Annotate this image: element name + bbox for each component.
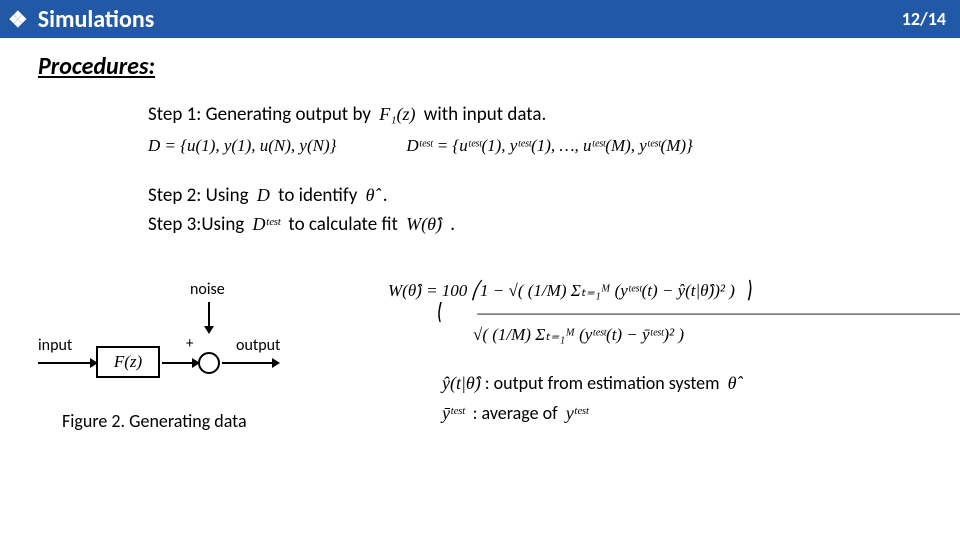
slide-content: Procedures: Step 1: Generating output by… — [0, 38, 960, 432]
step-3-math-1: Dᵗᵉˢᵗ — [249, 214, 285, 234]
legend-2-text: : average of — [469, 402, 562, 424]
equation-dtest: Dᵗᵉˢᵗ = {uᵗᵉˢᵗ(1), yᵗᵉˢᵗ(1), …, uᵗᵉˢᵗ(M)… — [406, 136, 692, 156]
step-2: Step 2: Using D to identify θ̂ . — [148, 184, 922, 207]
step-1-text-a: Step 1: Generating output by — [148, 103, 375, 126]
step-2-text-b: to identify — [274, 184, 362, 207]
summing-junction-icon — [198, 352, 220, 374]
plus-label: + — [186, 335, 193, 353]
formula-panel: W(θ̂) = 100 ⎛1 − √( (1/M) Σₜ₌₁ᴹ (yᵗᵉˢᵗ(t… — [388, 280, 960, 432]
legend-1-text: : output from estimation system — [485, 372, 724, 394]
input-label: input — [38, 336, 72, 355]
output-label: output — [236, 336, 280, 355]
legend-row-2: ȳᵗᵉˢᵗ : average of yᵗᵉˢᵗ — [438, 402, 960, 424]
step-1-text-b: with input data. — [420, 103, 547, 126]
step-1-math: F₁(z) — [375, 104, 419, 124]
arrow-right-icon — [38, 362, 96, 364]
steps-block: Step 1: Generating output by F₁(z) with … — [148, 103, 922, 236]
step-1: Step 1: Generating output by F₁(z) with … — [148, 103, 922, 126]
arrow-right-icon — [222, 362, 278, 364]
step-3-text-b: to calculate fit — [284, 213, 402, 236]
noise-label: noise — [190, 280, 225, 299]
legend: ŷ(t|θ̂): output from estimation system θ… — [438, 372, 960, 424]
figure-caption: Figure 2. Generating data — [62, 410, 358, 432]
step-3-math-2: W(θ̂) — [402, 214, 446, 234]
section-heading: Procedures: — [38, 52, 922, 81]
page-number: 12/14 — [902, 8, 946, 30]
fit-formula: W(θ̂) = 100 ⎛1 − √( (1/M) Σₜ₌₁ᴹ (yᵗᵉˢᵗ(t… — [388, 280, 960, 346]
legend-2-symbol-2: yᵗᵉˢᵗ — [562, 403, 593, 423]
lower-panel: noise input F(z) + output Figure 2. Gene… — [38, 280, 922, 432]
block-diagram: noise input F(z) + output — [38, 280, 358, 400]
legend-2-symbol: ȳᵗᵉˢᵗ — [438, 403, 469, 423]
equation-d: D = {u(1), y(1), u(N), y(N)} — [148, 136, 336, 156]
slide-title: Simulations — [38, 5, 155, 34]
transfer-block: F(z) — [96, 346, 160, 378]
step-2-math-2: θ̂ — [362, 185, 379, 205]
step-3-text-c: . — [446, 213, 455, 236]
arrow-down-icon — [208, 302, 210, 332]
legend-1-symbol-2: θ̂ — [724, 373, 741, 393]
title-bar: ❖ Simulations 12/14 — [0, 0, 960, 38]
step-3: Step 3:Using Dᵗᵉˢᵗ to calculate fit W(θ̂… — [148, 213, 922, 236]
step-2-text-a: Step 2: Using — [148, 184, 253, 207]
step-2-math-1: D — [253, 185, 274, 205]
step-2-text-c: . — [378, 184, 387, 207]
figure-panel: noise input F(z) + output Figure 2. Gene… — [38, 280, 358, 432]
legend-row-1: ŷ(t|θ̂): output from estimation system θ… — [438, 372, 960, 394]
bullet-icon: ❖ — [8, 6, 28, 33]
legend-1-symbol: ŷ(t|θ̂) — [438, 373, 485, 393]
step-3-text-a: Step 3:Using — [148, 213, 249, 236]
arrow-right-icon — [162, 362, 198, 364]
equation-row: D = {u(1), y(1), u(N), y(N)} Dᵗᵉˢᵗ = {uᵗ… — [148, 136, 922, 156]
